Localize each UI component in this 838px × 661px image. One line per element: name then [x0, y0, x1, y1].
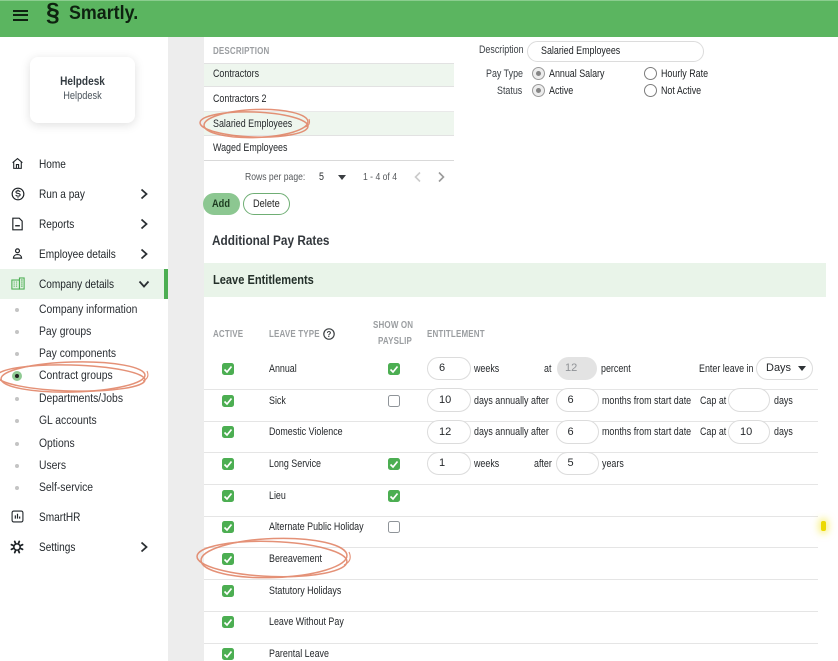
svg-text:?: ? [326, 330, 331, 339]
